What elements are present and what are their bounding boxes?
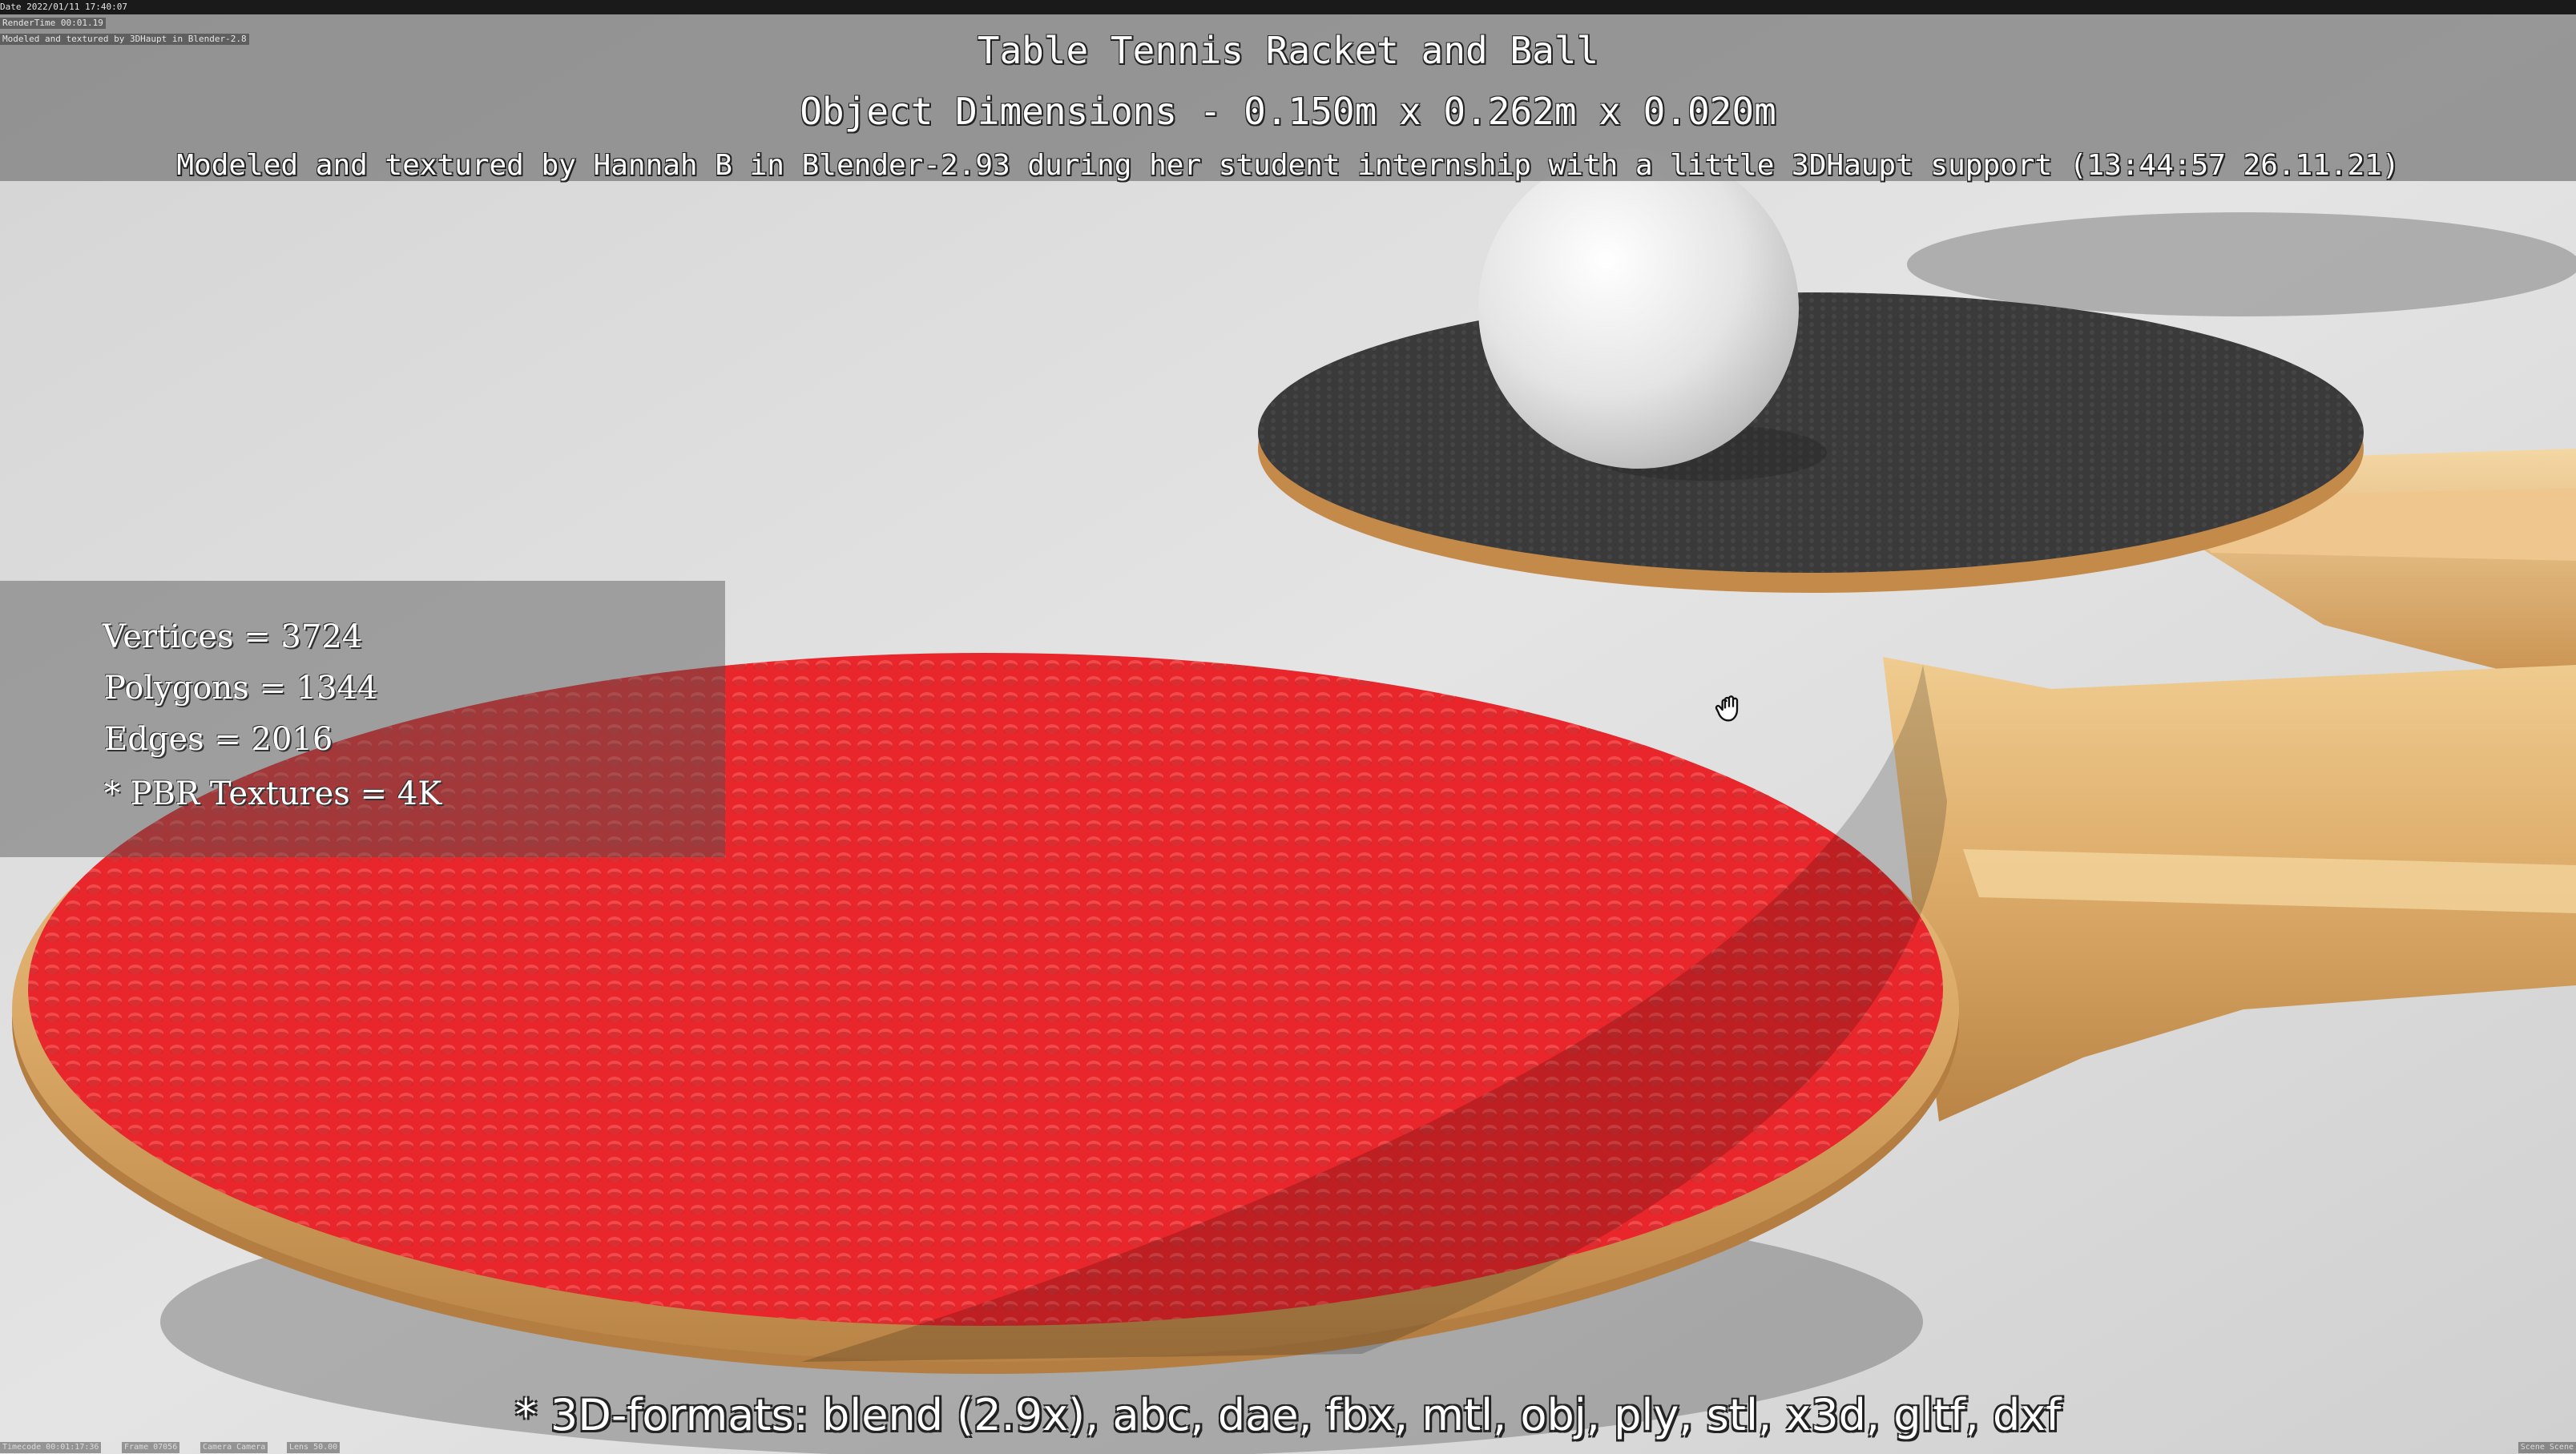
note-stamp: Modeled and textured by 3DHaupt in Blend…: [0, 34, 249, 45]
back-racket-shadow: [1907, 212, 2576, 316]
timecode-tag: Timecode 00:01:17:36: [0, 1442, 102, 1453]
date-stamp: Date 2022/01/11 17:40:07: [0, 2, 127, 12]
page-title: Table Tennis Racket and Ball: [977, 29, 1599, 72]
hand-cursor-icon: [1715, 695, 1739, 722]
polygons-count: Polygons = 1344: [104, 670, 378, 707]
camera-tag: Camera Camera: [200, 1442, 268, 1453]
frame-tag: Frame 07056: [122, 1442, 180, 1453]
object-dimensions: Object Dimensions - 0.150m x 0.262m x 0.…: [800, 90, 1776, 133]
textures-info: * PBR Textures = 4K: [104, 775, 442, 812]
edges-count: Edges = 2016: [104, 721, 333, 758]
vertices-count: Vertices = 3724: [103, 618, 363, 655]
render-time-stamp: RenderTime 00:01.19: [0, 18, 106, 29]
ball: [1478, 148, 1799, 469]
header-band: Table Tennis Racket and Ball Object Dime…: [0, 14, 2576, 182]
lens-tag: Lens 50.00: [287, 1442, 341, 1453]
top-stamp-bar: [0, 0, 2576, 14]
formats-line: * 3D-formats: blend (2.9x), abc, dae, fb…: [514, 1390, 2062, 1440]
credit-line: Modeled and textured by Hannah B in Blen…: [176, 149, 2400, 182]
scene-tag: Scene Scene: [2518, 1442, 2576, 1453]
